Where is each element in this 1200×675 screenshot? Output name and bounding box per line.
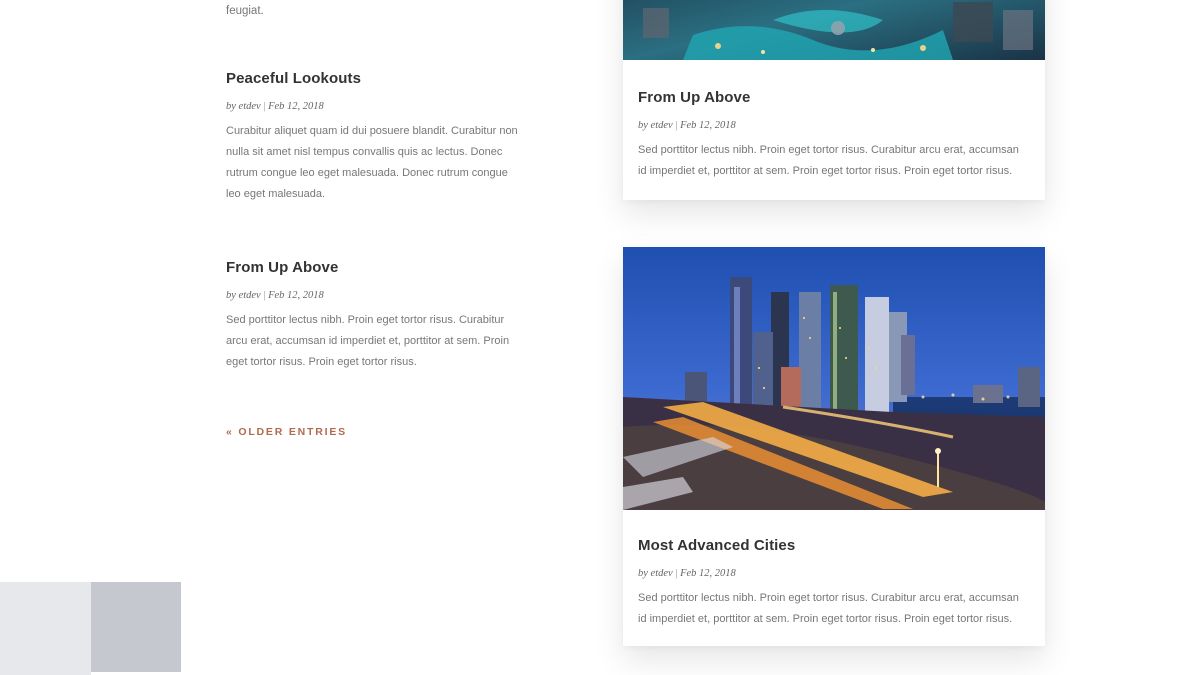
post-item: Peaceful Lookouts by etdev | Feb 12, 201…	[226, 69, 521, 205]
blog-page: feugiat. Peaceful Lookouts by etdev | Fe…	[0, 0, 1200, 675]
post-meta: by etdev | Feb 12, 2018	[226, 289, 521, 303]
post-card-body: Most Advanced Cities by etdev | Feb 12, …	[623, 510, 1045, 646]
color-swatch-dark	[91, 582, 181, 672]
post-excerpt: Sed porttitor lectus nibh. Proin eget to…	[226, 314, 510, 368]
meta-separator: |	[263, 290, 266, 301]
post-excerpt: Sed porttitor lectus nibh. Proin eget to…	[638, 144, 1019, 177]
older-entries-link[interactable]: « OLDER ENTRIES	[226, 426, 347, 438]
post-author-link[interactable]: etdev	[239, 101, 261, 112]
post-date: Feb 12, 2018	[680, 120, 736, 131]
post-meta-by: by	[638, 120, 648, 131]
post-card: Most Advanced Cities by etdev | Feb 12, …	[623, 247, 1045, 646]
post-meta-by: by	[638, 568, 648, 579]
post-item: From Up Above by etdev | Feb 12, 2018 Se…	[226, 258, 521, 373]
meta-separator: |	[263, 101, 266, 112]
meta-separator: |	[675, 120, 678, 131]
post-meta: by etdev | Feb 12, 2018	[638, 567, 1030, 581]
post-excerpt: Curabitur aliquet quam id dui posuere bl…	[226, 125, 518, 200]
post-author-link[interactable]: etdev	[651, 120, 673, 131]
post-title-link[interactable]: From Up Above	[226, 258, 521, 278]
post-title-link[interactable]: Peaceful Lookouts	[226, 69, 521, 89]
post-card-body: From Up Above by etdev | Feb 12, 2018 Se…	[623, 60, 1045, 200]
post-date: Feb 12, 2018	[268, 101, 324, 112]
post-meta-by: by	[226, 290, 236, 301]
post-author-link[interactable]: etdev	[651, 568, 673, 579]
post-date: Feb 12, 2018	[268, 290, 324, 301]
post-card-image-skyline[interactable]	[623, 247, 1045, 510]
post-card-image-aerial-city[interactable]	[623, 0, 1045, 60]
post-author-link[interactable]: etdev	[239, 290, 261, 301]
aerial-city-image	[623, 0, 1045, 60]
post-title-link[interactable]: Most Advanced Cities	[638, 536, 1030, 556]
post-date: Feb 12, 2018	[680, 568, 736, 579]
post-meta: by etdev | Feb 12, 2018	[638, 119, 1030, 133]
post-title-link[interactable]: From Up Above	[638, 88, 1030, 108]
previous-excerpt-fragment: feugiat.	[226, 5, 264, 17]
city-skyline-image	[623, 247, 1045, 510]
color-swatch-light	[0, 582, 91, 675]
meta-separator: |	[675, 568, 678, 579]
post-meta-by: by	[226, 101, 236, 112]
post-excerpt: Sed porttitor lectus nibh. Proin eget to…	[638, 592, 1019, 625]
post-meta: by etdev | Feb 12, 2018	[226, 100, 521, 114]
post-card: From Up Above by etdev | Feb 12, 2018 Se…	[623, 0, 1045, 200]
